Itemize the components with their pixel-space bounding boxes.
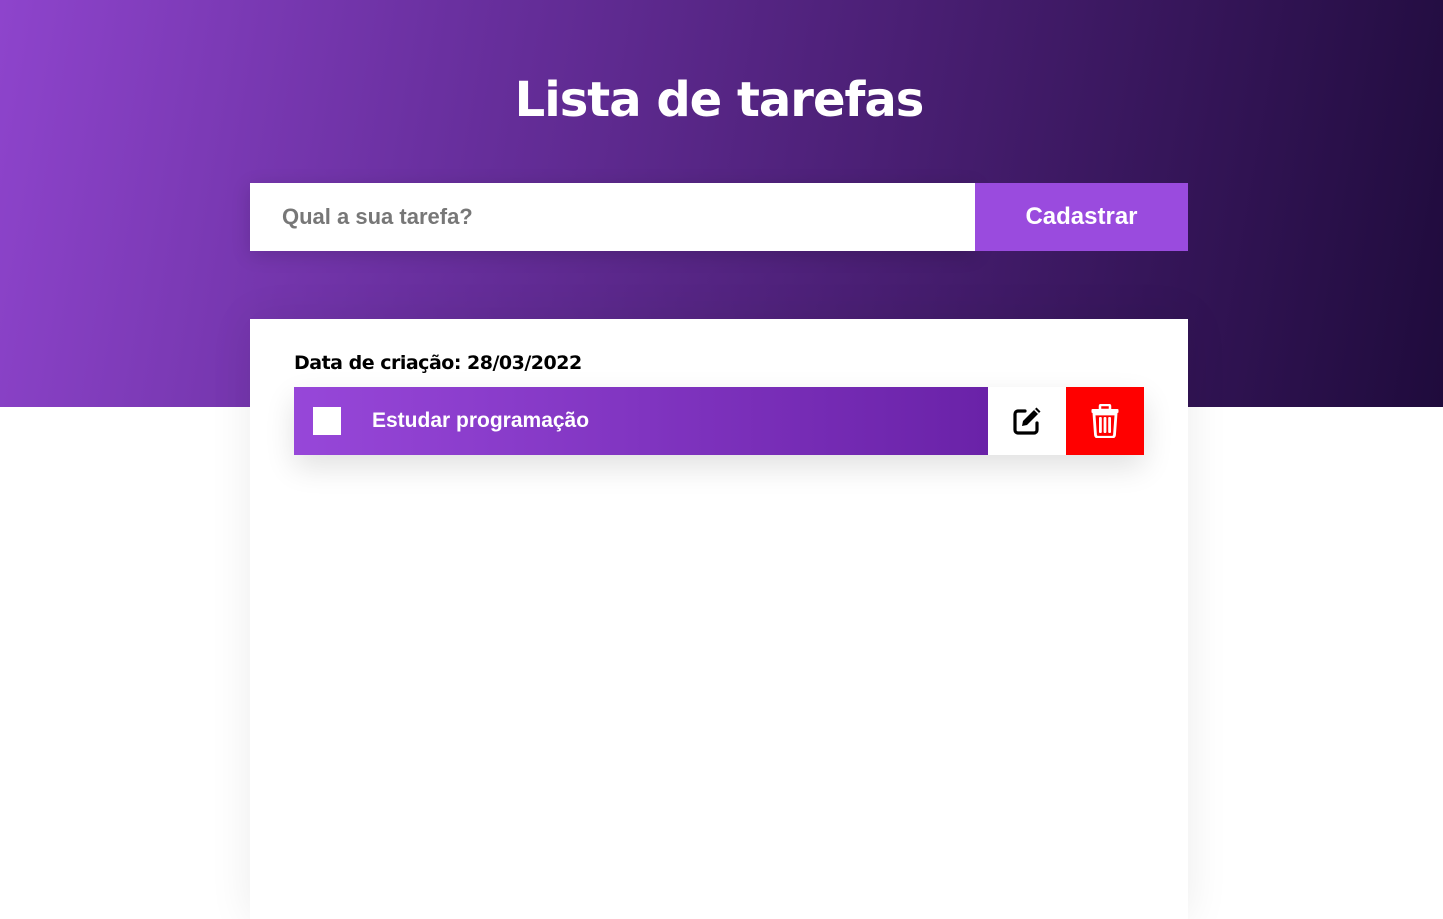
edit-icon: [1013, 407, 1041, 435]
edit-task-button[interactable]: [988, 387, 1066, 455]
task-form: Cadastrar: [250, 183, 1188, 251]
trash-icon: [1091, 404, 1119, 438]
task-item: Estudar programação: [294, 387, 1144, 455]
register-button[interactable]: Cadastrar: [975, 183, 1188, 251]
task-list-card: Data de criação: 28/03/2022 Estudar prog…: [250, 319, 1188, 919]
delete-task-button[interactable]: [1066, 387, 1144, 455]
page-title: Lista de tarefas: [514, 72, 925, 128]
task-checkbox[interactable]: [313, 407, 341, 435]
task-text: Estudar programação: [372, 409, 590, 432]
creation-date-label: Data de criação: 28/03/2022: [294, 352, 582, 374]
task-input[interactable]: [250, 183, 975, 251]
task-item-body: Estudar programação: [294, 387, 988, 455]
